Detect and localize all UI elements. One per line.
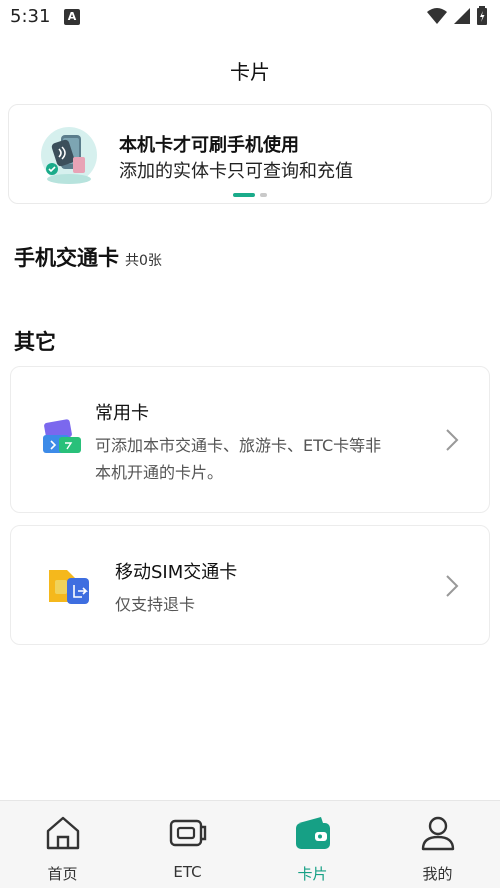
card-count: 共0张 — [125, 253, 162, 269]
bottom-nav: 首页 ETC 卡片 我的 — [0, 800, 500, 888]
common-card-icon — [43, 419, 81, 453]
signal-icon — [454, 8, 470, 24]
chevron-right-icon — [446, 429, 459, 451]
section-others-title: 其它 — [14, 330, 56, 354]
nav-cards[interactable]: 卡片 — [250, 801, 375, 888]
person-icon — [421, 816, 454, 851]
common-card-desc-line2: 本机开通的卡片。 — [95, 463, 224, 482]
banner-subtitle: 添加的实体卡只可查询和充值 — [119, 161, 353, 182]
nav-profile[interactable]: 我的 — [375, 801, 500, 888]
common-card-desc: 可添加本市交通卡、旅游卡、ETC卡等非 本机开通的卡片。 — [95, 432, 381, 486]
info-banner[interactable]: 本机卡才可刷手机使用 添加的实体卡只可查询和充值 — [8, 104, 492, 204]
nav-profile-label: 我的 — [422, 865, 453, 883]
mobile-sim-card-item[interactable]: 移动SIM交通卡 仅支持退卡 — [10, 525, 490, 645]
cards-screen: 5:31 A 卡片 本机卡才可刷手机使用 添加的实体卡只可查询和充值 手机交通卡… — [0, 0, 500, 888]
mobile-sim-card-title: 移动SIM交通卡 — [115, 562, 238, 583]
mobile-sim-card-desc: 仅支持退卡 — [115, 595, 196, 614]
phone-nfc-icon — [41, 127, 97, 184]
wifi-icon — [427, 8, 447, 24]
nav-etc[interactable]: ETC — [125, 801, 250, 888]
banner-title: 本机卡才可刷手机使用 — [119, 135, 299, 156]
carousel-dot — [260, 193, 267, 197]
page-title: 卡片 — [230, 60, 270, 84]
etc-icon — [169, 819, 206, 847]
sim-card-icon — [49, 570, 89, 604]
notification-a-icon: A — [64, 9, 80, 25]
section-phone-cards-title: 手机交通卡 — [14, 246, 119, 270]
status-icons — [426, 6, 488, 26]
status-bar: 5:31 A — [0, 0, 500, 36]
carousel-indicator — [233, 193, 267, 197]
nav-etc-label: ETC — [173, 863, 202, 881]
common-card-title: 常用卡 — [95, 403, 149, 424]
status-time: 5:31 — [10, 6, 51, 27]
wallet-icon — [295, 817, 330, 849]
section-phone-cards: 手机交通卡 共0张 — [14, 242, 162, 272]
home-icon — [46, 816, 79, 850]
nav-cards-label: 卡片 — [297, 865, 328, 883]
chevron-right-icon — [446, 575, 459, 597]
common-card-item[interactable]: 常用卡 可添加本市交通卡、旅游卡、ETC卡等非 本机开通的卡片。 — [10, 366, 490, 513]
common-card-desc-line1: 可添加本市交通卡、旅游卡、ETC卡等非 — [95, 436, 382, 455]
carousel-dot-active — [233, 193, 255, 197]
battery-icon — [477, 6, 487, 25]
nav-home-label: 首页 — [47, 865, 78, 883]
nav-home[interactable]: 首页 — [0, 801, 125, 888]
